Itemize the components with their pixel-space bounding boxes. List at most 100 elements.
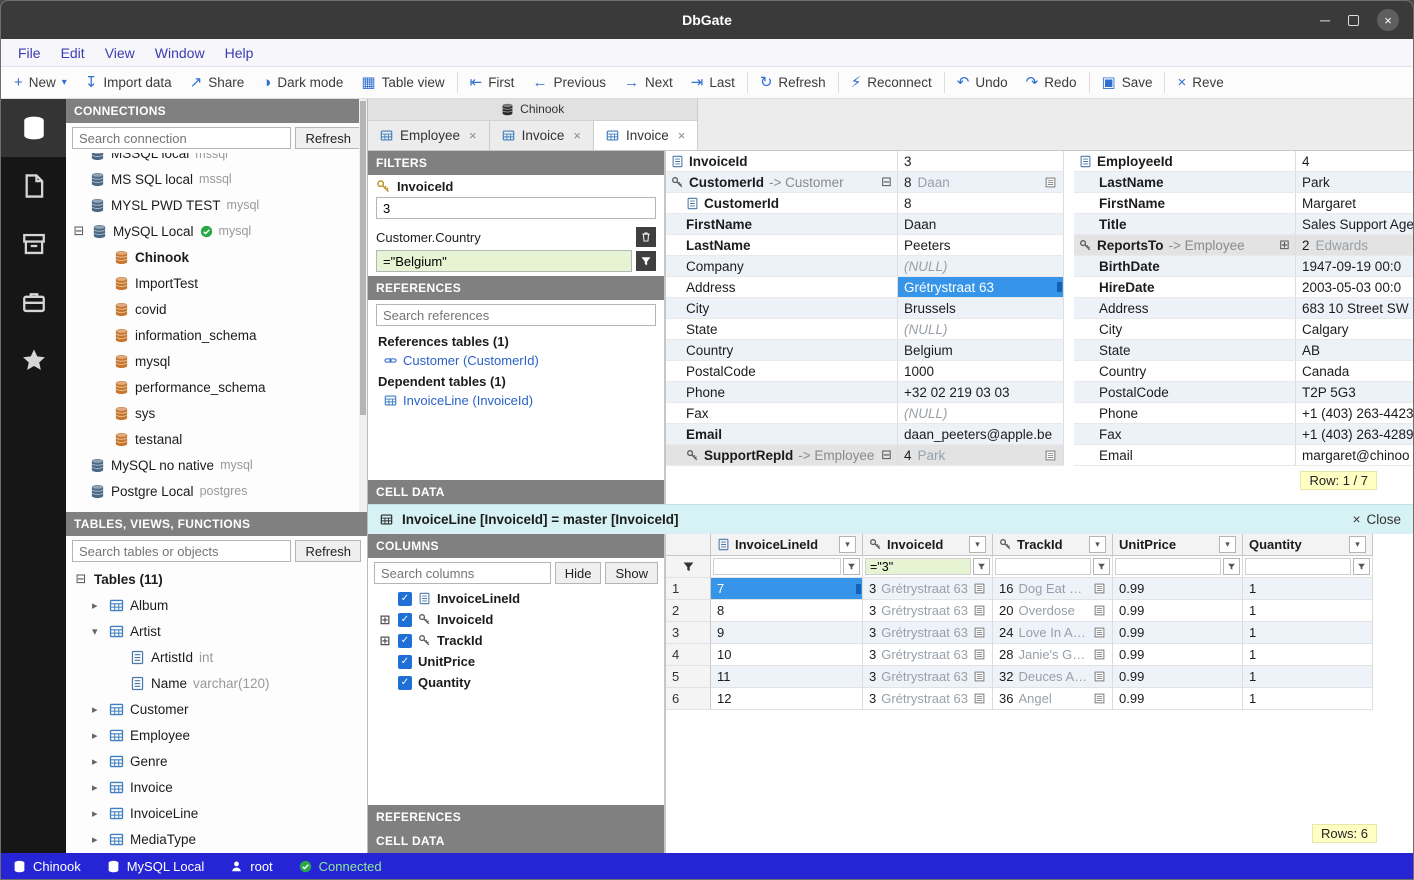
connection-item-mysql-no-native[interactable]: MySQL no nativemysql — [66, 452, 367, 478]
column-header-quantity[interactable]: Quantity▾ — [1243, 534, 1373, 556]
selected-cell[interactable]: Grétrystraat 63 — [898, 277, 1064, 297]
tab-employee[interactable]: Employee× — [368, 121, 490, 150]
chevron-right-icon[interactable]: ▸ — [92, 703, 103, 716]
reference-link-customer[interactable]: Customer (CustomerId) — [368, 351, 664, 370]
grid-cell[interactable]: 11 — [711, 666, 863, 688]
previous-button[interactable]: ←Previous — [523, 67, 615, 98]
grid-cell[interactable]: 1 — [1243, 666, 1373, 688]
column-menu-button[interactable]: ▾ — [1219, 536, 1236, 553]
grid-cell[interactable]: 24Love In An El — [993, 622, 1113, 644]
checkbox-checked[interactable] — [398, 676, 412, 690]
filter-button[interactable] — [1353, 558, 1370, 575]
chevron-right-icon[interactable]: ▸ — [92, 755, 103, 768]
collapse-icon[interactable]: ⊟ — [881, 447, 892, 463]
grid-cell[interactable]: 3Grétrystraat 63 — [863, 622, 993, 644]
hide-columns-button[interactable]: Hide — [555, 562, 602, 584]
search-tables-input[interactable] — [72, 540, 291, 562]
grid-cell[interactable]: 16Dog Eat Dog — [993, 578, 1113, 600]
filters-header[interactable]: FILTERS — [368, 151, 664, 175]
column-header-trackid[interactable]: TrackId▾ — [993, 534, 1113, 556]
search-references-input[interactable] — [376, 304, 656, 326]
remove-filter-button[interactable] — [636, 227, 656, 247]
column-item-name[interactable]: Namevarchar(120) — [66, 670, 367, 696]
filter-row-header[interactable] — [666, 556, 711, 578]
chevron-right-icon[interactable]: ▸ — [92, 599, 103, 612]
table-item-invoice[interactable]: ▸Invoice — [66, 774, 367, 800]
table-item-invoiceline[interactable]: ▸InvoiceLine — [66, 800, 367, 826]
scrollbar-thumb[interactable] — [360, 101, 366, 415]
open-record-icon[interactable] — [973, 648, 986, 661]
row-header[interactable]: 6 — [666, 688, 711, 710]
menu-window[interactable]: Window — [146, 42, 214, 64]
status-user[interactable]: root — [230, 859, 272, 874]
filter-quantity-input[interactable] — [1245, 558, 1351, 575]
chevron-right-icon[interactable]: ▸ — [92, 833, 103, 846]
close-button[interactable]: × — [1377, 9, 1399, 31]
refresh-connections-button[interactable]: Refresh — [295, 127, 361, 149]
open-record-icon[interactable] — [1044, 449, 1057, 462]
grid-cell[interactable]: 3Grétrystraat 63 — [863, 578, 993, 600]
chevron-right-icon[interactable]: ▸ — [92, 781, 103, 794]
checkbox-checked[interactable] — [398, 655, 412, 669]
column-menu-button[interactable]: ▾ — [839, 536, 856, 553]
grid-cell-selected[interactable]: 7 — [711, 578, 863, 600]
menu-file[interactable]: File — [9, 42, 50, 64]
grid-cell[interactable]: 12 — [711, 688, 863, 710]
dark-mode-button[interactable]: ◑Dark mode — [253, 67, 352, 98]
table-item-album[interactable]: ▸Album — [66, 592, 367, 618]
grid-cell[interactable]: 1 — [1243, 578, 1373, 600]
tree-root-tables[interactable]: ⊟Tables (11) — [66, 566, 367, 592]
form-row[interactable]: Fax+1 (403) 263-4289 — [1074, 424, 1413, 445]
filter-button[interactable] — [1223, 558, 1240, 575]
column-header-invoicelineid[interactable]: InvoiceLineId▾ — [711, 534, 863, 556]
grid-cell[interactable]: 3Grétrystraat 63 — [863, 688, 993, 710]
connection-item-mysl-pwd-test[interactable]: MYSL PWD TESTmysql — [66, 192, 367, 218]
filter-invoiceid-input[interactable] — [865, 558, 971, 575]
form-row[interactable]: Emailmargaret@chinoo — [1074, 445, 1413, 466]
open-record-icon[interactable] — [1093, 692, 1106, 705]
grid-cell[interactable]: 28Janie's Got A — [993, 644, 1113, 666]
form-row[interactable]: Emaildaan_peeters@apple.be — [666, 424, 1064, 445]
form-row-fk[interactable]: ReportsTo-> Employee⊞2Edwards — [1074, 235, 1413, 256]
form-row[interactable]: Address683 10 Street SW — [1074, 298, 1413, 319]
database-item-importtest[interactable]: ImportTest — [66, 270, 367, 296]
collapse-icon[interactable]: ⊟ — [881, 174, 892, 190]
column-item-artistid[interactable]: ArtistIdint — [66, 644, 367, 670]
form-row[interactable]: CustomerId8 — [666, 193, 1064, 214]
form-row[interactable]: CountryBelgium — [666, 340, 1064, 361]
favorites-widget-button[interactable] — [1, 331, 66, 389]
grid-cell[interactable]: 8 — [711, 600, 863, 622]
filter-invoicelineid-input[interactable] — [713, 558, 841, 575]
tab-invoice-2[interactable]: Invoice× — [594, 121, 698, 150]
expand-icon[interactable]: ⊞ — [378, 633, 392, 649]
column-menu-button[interactable]: ▾ — [1349, 536, 1366, 553]
maximize-button[interactable] — [1348, 15, 1359, 26]
open-record-icon[interactable] — [973, 604, 986, 617]
database-item-covid[interactable]: covid — [66, 296, 367, 322]
grid-cell[interactable]: 0.99 — [1113, 644, 1243, 666]
expand-icon[interactable]: ⊞ — [1279, 237, 1290, 253]
column-toggle-trackid[interactable]: ⊞TrackId — [368, 630, 664, 651]
form-row-selected[interactable]: AddressGrétrystraat 63 — [666, 277, 1064, 298]
undo-button[interactable]: ↶Undo — [948, 67, 1017, 98]
checkbox-checked[interactable] — [398, 613, 412, 627]
filter-unitprice-input[interactable] — [1115, 558, 1221, 575]
form-row-fk[interactable]: CustomerId-> Customer⊟8Daan — [666, 172, 1064, 193]
grid-cell[interactable]: 3Grétrystraat 63 — [863, 644, 993, 666]
filter-button[interactable] — [843, 558, 860, 575]
menu-help[interactable]: Help — [216, 42, 263, 64]
files-widget-button[interactable] — [1, 157, 66, 215]
row-header[interactable]: 1 — [666, 578, 711, 600]
open-record-icon[interactable] — [973, 582, 986, 595]
save-button[interactable]: ▣Save — [1093, 67, 1162, 98]
form-row[interactable]: CityBrussels — [666, 298, 1064, 319]
connection-item-clipped[interactable]: MSSQL localmssql — [66, 153, 367, 166]
form-row[interactable]: BirthDate1947-09-19 00:0 — [1074, 256, 1413, 277]
references-header[interactable]: REFERENCES — [368, 276, 664, 300]
database-item-chinook[interactable]: Chinook — [66, 244, 367, 270]
close-tab-icon[interactable]: × — [573, 128, 581, 143]
database-item-mysql[interactable]: mysql — [66, 348, 367, 374]
form-row[interactable]: Company(NULL) — [666, 256, 1064, 277]
filter-button[interactable] — [973, 558, 990, 575]
connection-item-mssql-local[interactable]: MS SQL localmssql — [66, 166, 367, 192]
